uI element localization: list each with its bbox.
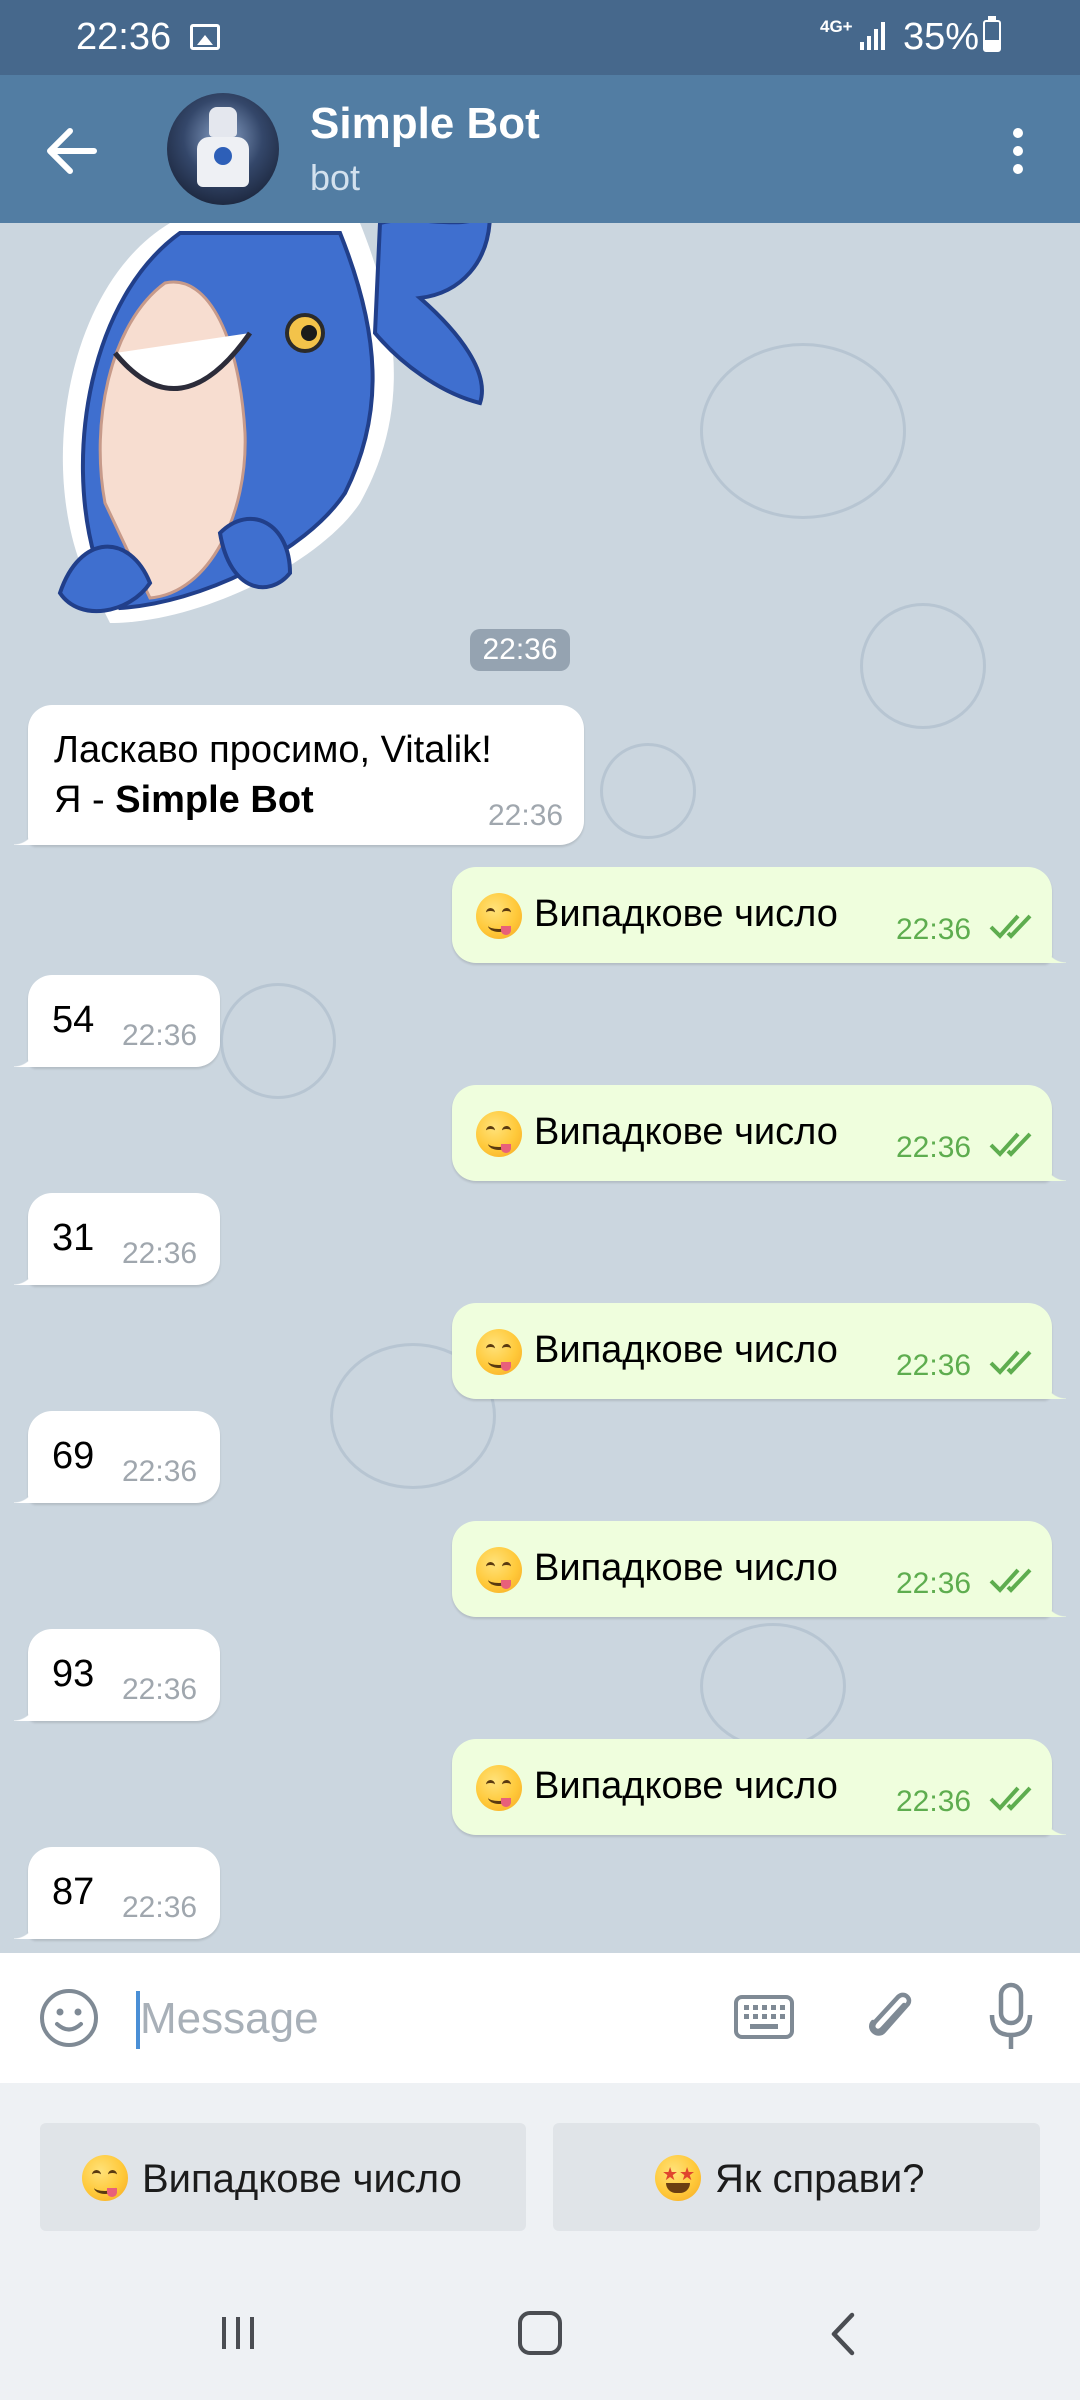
message-time: 22:36 — [896, 1567, 972, 1600]
yum-face-icon — [476, 1547, 522, 1593]
back-arrow-icon[interactable] — [36, 115, 108, 187]
outgoing-message[interactable]: Випадкове число 22:36 — [452, 1739, 1066, 1835]
incoming-message[interactable]: Ласкаво просимо, Vitalik! Я - Simple Bot… — [14, 705, 584, 845]
avatar[interactable] — [167, 93, 279, 205]
outgoing-message[interactable]: Випадкове число 22:36 — [452, 1521, 1066, 1617]
message-text: 31 — [52, 1217, 95, 1259]
message-prefix: Я - — [54, 779, 116, 821]
message-text: Ласкаво просимо, Vitalik! — [54, 729, 492, 771]
message-text: Випадкове число — [534, 1765, 838, 1807]
reply-button-label: Як справи? — [715, 2157, 925, 2201]
message-text: 54 — [52, 999, 95, 1041]
star-struck-face-icon: ★ ★ — [655, 2155, 701, 2201]
read-check-icon — [989, 1568, 1032, 1593]
chat-area[interactable]: 22:36 Ласкаво просимо, Vitalik! Я - Simp… — [0, 223, 1080, 1953]
chat-header: Simple Bot bot — [0, 75, 1080, 223]
background-doodle — [860, 603, 986, 729]
message-time: 22:36 — [896, 1785, 972, 1818]
signal-icon — [860, 22, 885, 50]
background-doodle — [600, 743, 696, 839]
battery-percent: 35% — [903, 16, 980, 58]
read-check-icon — [989, 1786, 1032, 1811]
read-check-icon — [989, 1132, 1032, 1157]
bot-reply-keyboard: Випадкове число ★ ★ Як справи? — [0, 2083, 1080, 2273]
incoming-message[interactable]: 87 22:36 — [14, 1847, 220, 1939]
yum-face-icon — [82, 2155, 128, 2201]
nav-back-icon[interactable] — [826, 2311, 860, 2357]
message-time: 22:36 — [122, 1237, 198, 1270]
message-text: 87 — [52, 1871, 95, 1913]
microphone-icon[interactable] — [986, 1981, 1036, 2055]
message-time: 22:36 — [122, 1019, 198, 1052]
message-bold: Simple Bot — [115, 779, 314, 821]
reply-button-random-number[interactable]: Випадкове число — [40, 2123, 526, 2231]
network-type: 4G+ — [820, 17, 853, 36]
attach-paperclip-icon[interactable] — [860, 1983, 920, 2053]
background-doodle — [220, 983, 336, 1099]
message-time: 22:36 — [488, 799, 564, 832]
outgoing-message[interactable]: Випадкове число 22:36 — [452, 1303, 1066, 1399]
incoming-message[interactable]: 54 22:36 — [14, 975, 220, 1067]
incoming-message[interactable]: 69 22:36 — [14, 1411, 220, 1503]
sticker-timestamp: 22:36 — [470, 629, 570, 671]
recent-apps-icon[interactable] — [218, 2313, 258, 2353]
outgoing-message[interactable]: Випадкове число 22:36 — [452, 867, 1066, 963]
status-bar: 22:36 4G+ 35% — [0, 0, 1080, 75]
status-time: 22:36 — [76, 16, 172, 58]
message-text-line2: Я - Simple Bot — [54, 779, 314, 822]
reply-button-label: Випадкове число — [142, 2157, 462, 2201]
message-text: Випадкове число — [534, 1547, 838, 1589]
yum-face-icon — [476, 1765, 522, 1811]
read-check-icon — [989, 1350, 1032, 1375]
outgoing-message[interactable]: Випадкове число 22:36 — [452, 1085, 1066, 1181]
background-doodle — [700, 343, 906, 519]
yum-face-icon — [476, 1111, 522, 1157]
message-text: Випадкове число — [534, 1111, 838, 1153]
chat-title[interactable]: Simple Bot — [310, 99, 540, 149]
message-text: Випадкове число — [534, 893, 838, 935]
incoming-message[interactable]: 93 22:36 — [14, 1629, 220, 1721]
yum-face-icon — [476, 893, 522, 939]
read-check-icon — [989, 914, 1032, 939]
chat-subtitle: bot — [310, 157, 361, 198]
message-text: 93 — [52, 1653, 95, 1695]
message-time: 22:36 — [896, 1131, 972, 1164]
background-doodle — [700, 1623, 846, 1749]
message-time: 22:36 — [122, 1673, 198, 1706]
system-navigation-bar — [0, 2273, 1080, 2400]
incoming-message[interactable]: 31 22:36 — [14, 1193, 220, 1285]
emoji-smile-icon[interactable] — [38, 1987, 100, 2049]
message-time: 22:36 — [122, 1891, 198, 1924]
message-time: 22:36 — [122, 1455, 198, 1488]
reply-button-how-are-you[interactable]: ★ ★ Як справи? — [553, 2123, 1040, 2231]
message-input-bar — [0, 1953, 1080, 2083]
message-time: 22:36 — [896, 1349, 972, 1382]
keyboard-icon[interactable] — [732, 1989, 796, 2045]
message-text: 69 — [52, 1435, 95, 1477]
more-vert-icon[interactable] — [998, 125, 1038, 177]
message-input[interactable] — [136, 1983, 702, 2055]
yum-face-icon — [476, 1329, 522, 1375]
message-text: Випадкове число — [534, 1329, 838, 1371]
gallery-notification-icon — [190, 24, 220, 50]
home-icon[interactable] — [518, 2311, 562, 2355]
battery-icon — [983, 16, 1001, 52]
message-time: 22:36 — [896, 913, 972, 946]
